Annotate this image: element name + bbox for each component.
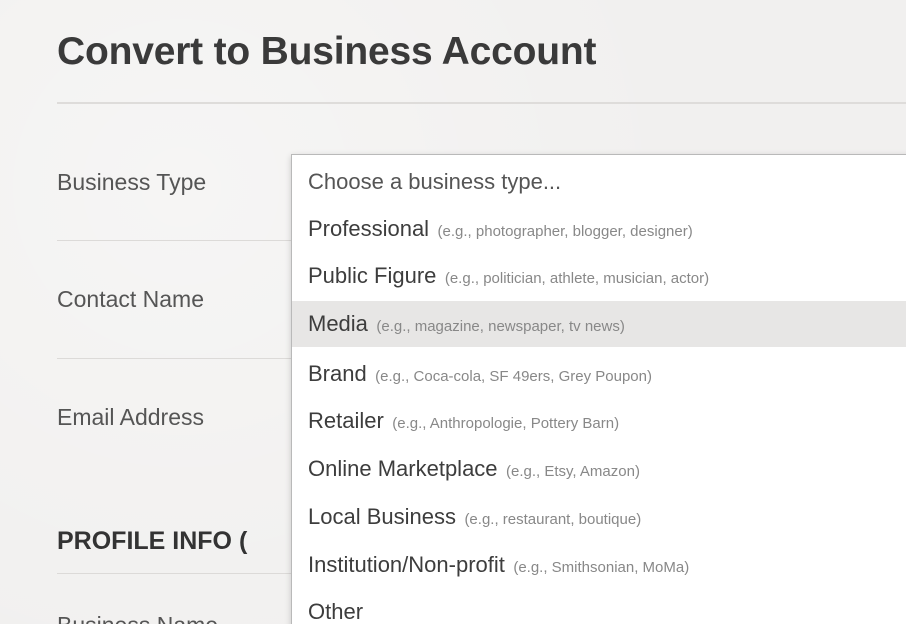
profile-info-heading-tail: ( bbox=[238, 527, 248, 555]
option-name: Public Figure bbox=[308, 263, 437, 288]
option-name: Institution/Non-profit bbox=[308, 552, 505, 577]
business-type-dropdown-list[interactable]: Choose a business type... Professional (… bbox=[291, 154, 906, 624]
dropdown-option-placeholder[interactable]: Choose a business type... bbox=[292, 159, 906, 205]
dropdown-option-retailer[interactable]: Retailer (e.g., Anthropologie, Pottery B… bbox=[292, 398, 906, 444]
option-name: Local Business bbox=[308, 504, 456, 529]
dropdown-option-local-business[interactable]: Local Business (e.g., restaurant, boutiq… bbox=[292, 494, 906, 540]
option-example: (e.g., photographer, blogger, designer) bbox=[437, 223, 693, 240]
option-example: (e.g., Etsy, Amazon) bbox=[506, 463, 640, 480]
dropdown-option-public-figure[interactable]: Public Figure (e.g., politician, athlete… bbox=[292, 253, 906, 299]
profile-info-heading: PROFILE INFO ( bbox=[57, 527, 247, 556]
option-name: Brand bbox=[308, 361, 367, 386]
contact-name-label: Contact Name bbox=[57, 286, 205, 312]
profile-info-heading-text: PROFILE INFO bbox=[57, 527, 232, 555]
business-type-label: Business Type bbox=[57, 169, 207, 195]
row-divider bbox=[57, 240, 297, 241]
dropdown-option-institution-nonprofit[interactable]: Institution/Non-profit (e.g., Smithsonia… bbox=[292, 542, 906, 588]
business-name-label: Business Name bbox=[57, 612, 218, 624]
option-example: (e.g., Anthropologie, Pottery Barn) bbox=[392, 415, 620, 432]
dropdown-option-professional[interactable]: Professional (e.g., photographer, blogge… bbox=[292, 206, 906, 252]
title-divider bbox=[57, 102, 906, 104]
option-example: (e.g., Smithsonian, MoMa) bbox=[513, 559, 690, 576]
option-example: (e.g., restaurant, boutique) bbox=[464, 511, 642, 528]
option-name: Media bbox=[308, 311, 368, 336]
option-example: (e.g., magazine, newspaper, tv news) bbox=[376, 318, 625, 335]
option-name: Online Marketplace bbox=[308, 456, 498, 481]
row-divider bbox=[57, 358, 297, 359]
option-name: Other bbox=[308, 599, 364, 624]
option-name: Retailer bbox=[308, 408, 384, 433]
email-address-label: Email Address bbox=[57, 404, 205, 430]
page-title: Convert to Business Account bbox=[57, 30, 597, 73]
dropdown-option-other[interactable]: Other bbox=[292, 589, 906, 624]
dropdown-option-brand[interactable]: Brand (e.g., Coca-cola, SF 49ers, Grey P… bbox=[292, 351, 906, 397]
dropdown-option-online-marketplace[interactable]: Online Marketplace (e.g., Etsy, Amazon) bbox=[292, 446, 906, 492]
option-example: (e.g., Coca-cola, SF 49ers, Grey Poupon) bbox=[375, 368, 652, 385]
dropdown-placeholder-text: Choose a business type... bbox=[308, 169, 562, 194]
option-example: (e.g., politician, athlete, musician, ac… bbox=[444, 270, 710, 287]
dropdown-option-media[interactable]: Media (e.g., magazine, newspaper, tv new… bbox=[292, 301, 906, 347]
row-divider bbox=[57, 573, 297, 574]
convert-business-page: Convert to Business Account Business Typ… bbox=[0, 0, 906, 624]
option-name: Professional bbox=[308, 216, 430, 241]
